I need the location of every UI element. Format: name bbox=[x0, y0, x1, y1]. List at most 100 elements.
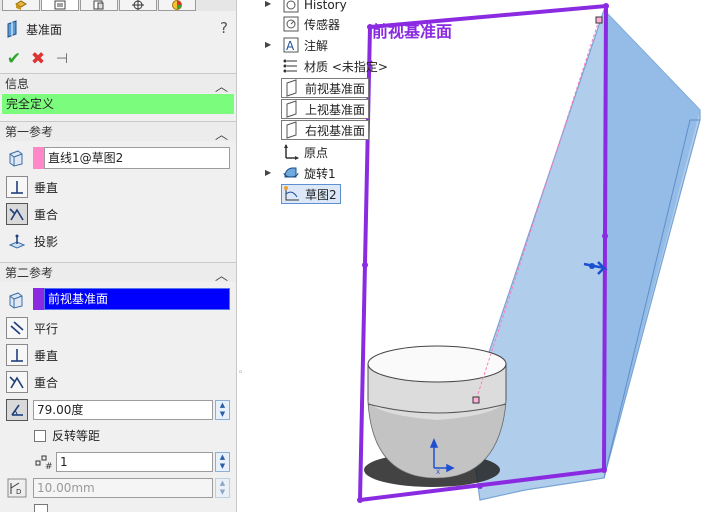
plane-handles[interactable] bbox=[357, 3, 609, 503]
second-ref-perpendicular-option[interactable]: 垂直 bbox=[6, 343, 58, 367]
tree-item-right-plane[interactable]: 右视基准面 bbox=[281, 120, 370, 140]
angle-icon[interactable] bbox=[6, 399, 28, 421]
ok-button[interactable]: ✔ bbox=[6, 50, 22, 68]
property-manager-tab[interactable] bbox=[41, 0, 79, 11]
angle-input[interactable]: 79.00度 bbox=[33, 400, 213, 420]
angle-option[interactable] bbox=[6, 398, 28, 422]
distance-input[interactable]: 10.00mm bbox=[33, 478, 213, 498]
second-ref-parallel-option[interactable]: 平行 bbox=[6, 316, 58, 340]
angle-spinner[interactable]: ▲ ▼ bbox=[215, 400, 230, 420]
splitter-grip-icon[interactable]: ◦ bbox=[238, 368, 245, 378]
spin-up-icon[interactable]: ▲ bbox=[216, 453, 229, 462]
panel-splitter[interactable] bbox=[237, 0, 245, 512]
display-manager-tab[interactable] bbox=[158, 0, 196, 11]
feature-manager-tab[interactable] bbox=[2, 0, 40, 11]
spin-down-icon[interactable]: ▼ bbox=[216, 410, 229, 419]
annotation-icon: A bbox=[281, 35, 301, 55]
dimxpert-tab-icon bbox=[132, 0, 144, 10]
distance-spinner[interactable]: ▲ ▼ bbox=[215, 478, 230, 498]
tree-item-front-plane[interactable]: 前视基准面 bbox=[281, 78, 370, 98]
help-button[interactable]: ? bbox=[220, 19, 228, 37]
reference-selection-icon bbox=[6, 289, 26, 311]
collapse-chevron-icon[interactable]: ︿ bbox=[215, 124, 228, 143]
tree-item-annotations[interactable]: A 注解 bbox=[281, 35, 328, 55]
revolve-icon bbox=[281, 163, 301, 183]
flip-offset-checkbox[interactable] bbox=[34, 429, 46, 442]
first-ref-perpendicular-option[interactable]: 垂直 bbox=[6, 175, 58, 199]
tree-item-sensors[interactable]: 传感器 bbox=[281, 14, 340, 34]
tree-item-history[interactable]: History bbox=[281, 0, 347, 15]
material-icon bbox=[281, 56, 301, 76]
pin-button[interactable]: ⊣ bbox=[54, 50, 70, 68]
tree-item-label: 前视基准面 bbox=[305, 81, 366, 96]
perpendicular-icon[interactable] bbox=[6, 344, 28, 366]
configuration-manager-tab[interactable] bbox=[80, 0, 118, 11]
plane-icon bbox=[282, 99, 302, 119]
plane-feature-icon bbox=[7, 20, 17, 38]
revolve-top-face bbox=[367, 345, 507, 383]
tree-item-origin[interactable]: 原点 bbox=[281, 142, 328, 162]
sensor-icon bbox=[281, 14, 301, 34]
first-reference-header[interactable]: 第一参考 ︿ bbox=[0, 121, 236, 143]
tree-item-sketch2[interactable]: 草图2 bbox=[281, 184, 341, 204]
cancel-button[interactable]: ✖ bbox=[30, 50, 46, 68]
first-reference-selection-box[interactable]: 直线1@草图2 bbox=[44, 147, 230, 169]
tree-item-label: 旋转1 bbox=[304, 166, 336, 181]
sketch-icon bbox=[282, 184, 302, 204]
info-section-header[interactable]: 信息 ︿ bbox=[0, 73, 236, 95]
sketch-endpoint-bottom[interactable] bbox=[472, 396, 480, 404]
spin-up-icon[interactable]: ▲ bbox=[216, 479, 229, 488]
tree-item-material[interactable]: 材质 <未指定> bbox=[281, 56, 388, 76]
parallel-icon[interactable] bbox=[6, 317, 28, 339]
sketch-line[interactable] bbox=[475, 19, 600, 401]
mid-plane-checkbox[interactable] bbox=[34, 504, 48, 512]
second-reference-selection-box[interactable]: 前视基准面 bbox=[44, 288, 230, 310]
property-manager-tab-icon bbox=[54, 0, 66, 10]
front-plane-boundary[interactable] bbox=[357, 3, 609, 503]
spin-down-icon[interactable]: ▼ bbox=[216, 462, 229, 471]
first-reference-color-swatch bbox=[33, 147, 44, 169]
expand-arrow-icon[interactable]: ▶ bbox=[265, 40, 271, 49]
flip-offset-option[interactable]: 反转等距 bbox=[34, 427, 100, 444]
first-ref-projection-option[interactable]: 投影 bbox=[6, 229, 58, 253]
reference-selection-icon bbox=[6, 147, 26, 169]
tree-item-label: 原点 bbox=[304, 145, 329, 160]
second-ref-coincident-option[interactable]: 重合 bbox=[6, 370, 58, 394]
new-plane-face bbox=[604, 10, 700, 478]
coincident-icon[interactable] bbox=[6, 371, 28, 393]
option-label: 重合 bbox=[34, 375, 59, 390]
plane-icon bbox=[282, 78, 302, 98]
revolve-body[interactable] bbox=[367, 363, 507, 479]
tree-item-revolve[interactable]: 旋转1 bbox=[281, 163, 336, 183]
projection-icon[interactable] bbox=[6, 230, 28, 252]
display-manager-tab-icon bbox=[172, 0, 182, 10]
property-manager-panel: 基准面 ? ✔ ✖ ⊣ 信息 ︿ 完全定义 第一参考 ︿ 直线1@草图2 垂直 bbox=[0, 0, 237, 512]
expand-arrow-icon[interactable]: ▶ bbox=[265, 0, 271, 8]
manager-tab-strip bbox=[0, 0, 236, 11]
tree-item-top-plane[interactable]: 上视基准面 bbox=[281, 99, 370, 119]
option-label: 垂直 bbox=[34, 180, 59, 195]
plane-drag-handle-icon[interactable] bbox=[583, 261, 608, 275]
instances-input[interactable]: 1 bbox=[56, 452, 213, 472]
first-ref-coincident-option[interactable]: 重合 bbox=[6, 202, 58, 226]
spin-up-icon[interactable]: ▲ bbox=[216, 401, 229, 410]
instances-spinner[interactable]: ▲ ▼ bbox=[215, 452, 230, 472]
second-reference-header[interactable]: 第二参考 ︿ bbox=[0, 262, 236, 284]
spin-down-icon[interactable]: ▼ bbox=[216, 488, 229, 497]
collapse-chevron-icon[interactable]: ︿ bbox=[215, 265, 228, 284]
plane-drag-point[interactable] bbox=[589, 263, 595, 269]
dimxpert-tab[interactable] bbox=[119, 0, 157, 11]
sketch-endpoint-top[interactable] bbox=[595, 16, 603, 24]
status-badge: 完全定义 bbox=[2, 94, 234, 114]
collapse-chevron-icon[interactable]: ︿ bbox=[215, 76, 228, 95]
tree-item-label: 上视基准面 bbox=[305, 102, 366, 117]
graphics-viewport[interactable]: 前视基准面 X bbox=[245, 0, 715, 512]
expand-arrow-icon[interactable]: ▶ bbox=[265, 168, 271, 177]
front-plane-label: 前视基准面 bbox=[372, 22, 452, 41]
coincident-icon[interactable] bbox=[6, 203, 28, 225]
perpendicular-icon[interactable] bbox=[6, 176, 28, 198]
revolve-body-shade bbox=[368, 400, 506, 478]
option-label: 重合 bbox=[34, 207, 59, 222]
new-plane-preview[interactable] bbox=[467, 8, 701, 501]
instances-icon: # bbox=[34, 452, 53, 473]
